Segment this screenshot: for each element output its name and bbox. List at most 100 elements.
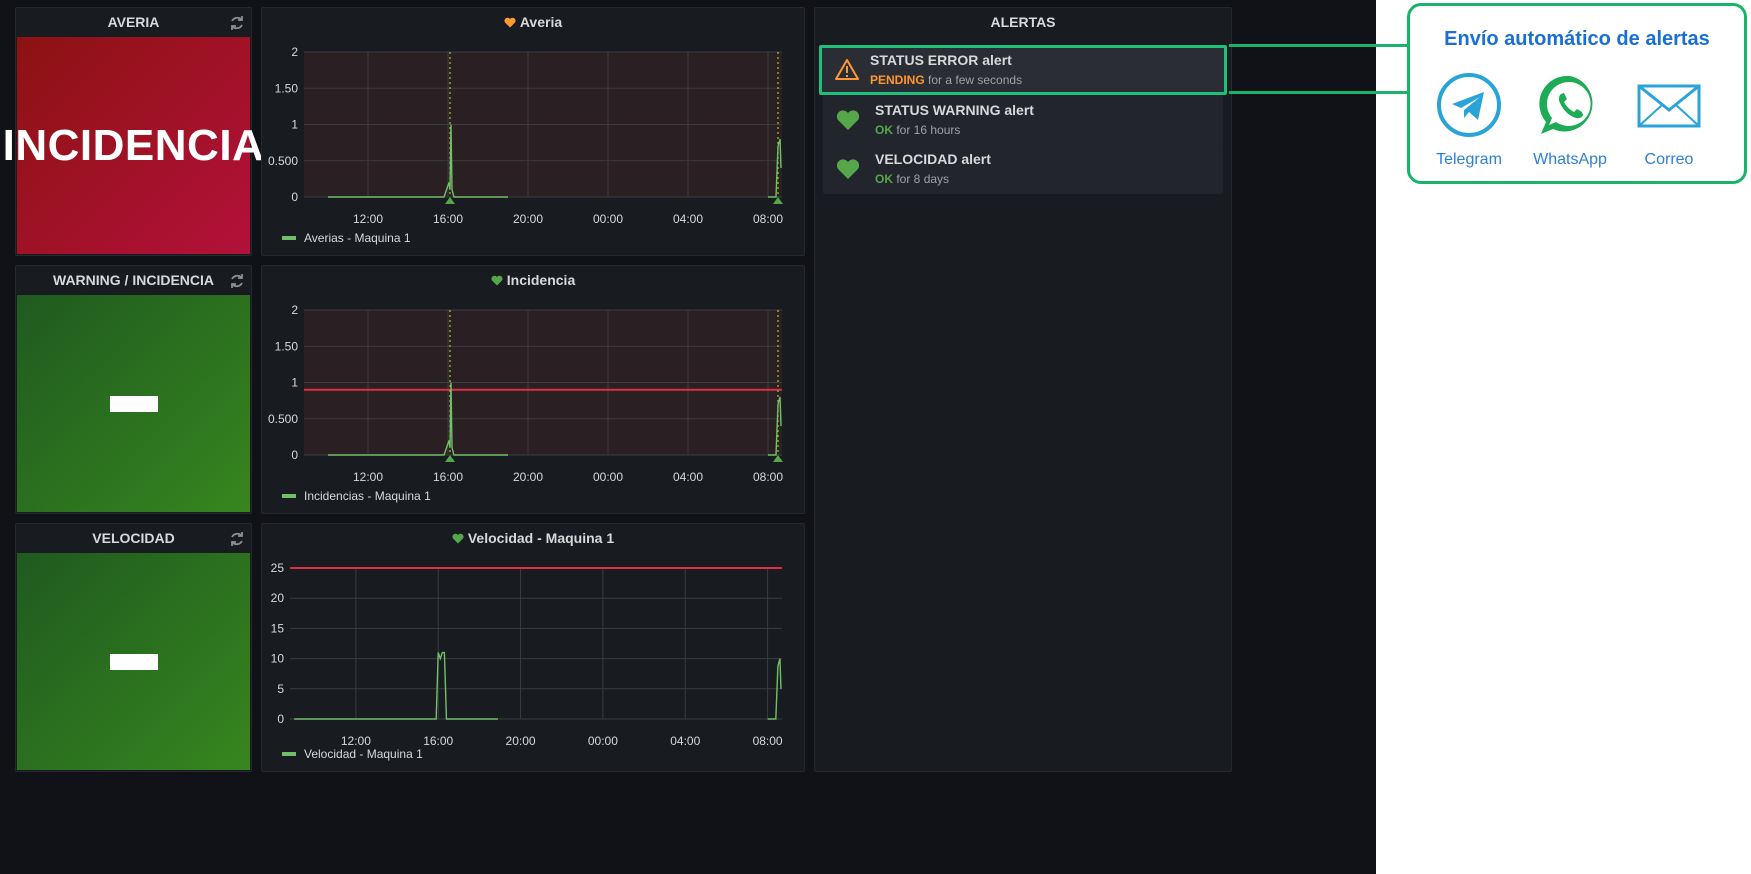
channel-label: WhatsApp bbox=[1533, 151, 1607, 168]
alert-duration: for 8 days bbox=[896, 172, 950, 186]
x-tick-label: 16:00 bbox=[423, 734, 453, 748]
notification-callout: Envío automático de alertas Telegram Wha… bbox=[1376, 0, 1751, 874]
legend-swatch bbox=[282, 494, 296, 498]
alert-list-panel: ALERTAS STATUS ERROR alert PENDING for a… bbox=[814, 7, 1232, 772]
alert-state: OK for 16 hours bbox=[875, 123, 960, 137]
x-tick-label: 12:00 bbox=[341, 734, 371, 748]
averia-graph-panel[interactable]: Averia 0 0.500 1 1.50 2 12:00 16:00 20:00 00:00 0… bbox=[261, 7, 805, 256]
averia-chart[interactable]: 0 0.500 1 1.50 2 12:00 16:00 20:00 00:00 04:00 08:… bbox=[262, 8, 806, 257]
mail-icon bbox=[1637, 84, 1701, 128]
x-tick-label: 20:00 bbox=[513, 212, 543, 226]
x-tick-label: 16:00 bbox=[433, 470, 463, 484]
no-value-marker bbox=[109, 653, 158, 670]
y-tick-label: 1.50 bbox=[275, 339, 299, 353]
channel-label: Telegram bbox=[1436, 151, 1502, 168]
alert-item-status-warning[interactable]: STATUS WARNING alert OK for 16 hours bbox=[823, 95, 1223, 145]
alert-state: OK for 8 days bbox=[875, 172, 949, 186]
channel-whatsapp[interactable]: WhatsApp bbox=[1525, 72, 1615, 169]
alert-state-label: OK bbox=[875, 172, 893, 186]
legend-label: Incidencias - Maquina 1 bbox=[304, 489, 431, 503]
series-line bbox=[294, 651, 498, 720]
y-tick-label: 0.500 bbox=[268, 154, 298, 168]
alert-name: STATUS WARNING alert bbox=[875, 102, 1034, 118]
refresh-icon[interactable] bbox=[229, 15, 245, 31]
alert-state: PENDING for a few seconds bbox=[870, 73, 1022, 87]
incidencia-chart[interactable]: 0 0.500 1 1.50 2 12:00 16:00 20:00 00:00 04:00 08:… bbox=[262, 266, 806, 515]
panel-title: ALERTAS bbox=[990, 14, 1056, 30]
channel-telegram[interactable]: Telegram bbox=[1424, 72, 1514, 169]
averia-stat-panel[interactable]: AVERIA INCIDENCIA bbox=[3, 7, 264, 256]
callout-title: Envío automático de alertas bbox=[1444, 28, 1710, 50]
y-tick-label: 0 bbox=[291, 190, 298, 204]
velocidad-chart[interactable]: 0 5 10 15 20 25 12:00 16:00 20:00 00:00 04:00 08:00 bbox=[262, 524, 806, 773]
incidencia-graph-panel[interactable]: Incidencia 0 0.500 1 1.50 2 12:00 16:00 20:00 00… bbox=[261, 265, 805, 514]
x-tick-label: 00:00 bbox=[593, 212, 623, 226]
whatsapp-icon bbox=[1539, 75, 1593, 134]
velocidad-graph-panel[interactable]: Velocidad - Maquina 1 0 5 10 15 20 25 12:00 16:… bbox=[261, 523, 805, 772]
x-tick-label: 04:00 bbox=[670, 734, 700, 748]
y-tick-label: 25 bbox=[271, 561, 285, 575]
x-tick-label: 16:00 bbox=[433, 212, 463, 226]
stat-value-box: INCIDENCIA bbox=[3, 37, 264, 254]
annotation-marker bbox=[773, 455, 783, 462]
y-tick-label: 0 bbox=[277, 712, 284, 726]
y-tick-label: 10 bbox=[271, 652, 285, 666]
alert-item-status-error[interactable]: STATUS ERROR alert PENDING for a few sec… bbox=[819, 45, 1227, 95]
alert-duration: for 16 hours bbox=[896, 123, 961, 137]
alert-duration: for a few seconds bbox=[928, 73, 1023, 87]
alert-state-label: PENDING bbox=[870, 73, 925, 87]
legend-label: Velocidad - Maquina 1 bbox=[304, 747, 423, 761]
legend-swatch bbox=[282, 752, 296, 756]
x-tick-label: 12:00 bbox=[353, 212, 383, 226]
x-tick-label: 08:00 bbox=[753, 212, 783, 226]
x-tick-label: 20:00 bbox=[513, 470, 543, 484]
heart-icon bbox=[836, 110, 860, 130]
y-tick-label: 0 bbox=[291, 448, 298, 462]
y-tick-label: 2 bbox=[291, 303, 298, 317]
refresh-icon[interactable] bbox=[229, 531, 245, 547]
y-tick-label: 5 bbox=[277, 682, 284, 696]
stat-value: INCIDENCIA bbox=[2, 120, 265, 170]
y-tick-label: 20 bbox=[271, 591, 285, 605]
y-tick-label: 1.50 bbox=[275, 81, 299, 95]
x-tick-label: 04:00 bbox=[673, 470, 703, 484]
connector-line-bottom bbox=[1376, 91, 1410, 94]
refresh-icon[interactable] bbox=[229, 273, 245, 289]
x-tick-label: 00:00 bbox=[588, 734, 618, 748]
y-tick-label: 0.500 bbox=[268, 412, 298, 426]
annotation-marker bbox=[773, 197, 783, 204]
legend-label: Averias - Maquina 1 bbox=[304, 231, 411, 245]
warning-stat-panel[interactable]: WARNING / INCIDENCIA bbox=[15, 265, 252, 514]
warning-icon bbox=[835, 59, 859, 80]
channel-label: Correo bbox=[1644, 151, 1694, 168]
telegram-icon bbox=[1437, 73, 1501, 137]
chart-legend[interactable]: Averias - Maquina 1 bbox=[282, 231, 411, 245]
velocidad-stat-panel[interactable]: VELOCIDAD bbox=[15, 523, 252, 772]
x-tick-label: 20:00 bbox=[506, 734, 536, 748]
alert-item-velocidad[interactable]: VELOCIDAD alert OK for 8 days bbox=[823, 144, 1223, 194]
connector-line-top bbox=[1376, 44, 1410, 47]
grafana-dashboard: AVERIA INCIDENCIA WARNING / INCIDENCIA V… bbox=[0, 0, 1376, 874]
channel-correo[interactable]: Correo bbox=[1624, 72, 1714, 169]
x-tick-label: 00:00 bbox=[593, 470, 623, 484]
x-tick-label: 04:00 bbox=[673, 212, 703, 226]
alert-name: STATUS ERROR alert bbox=[870, 52, 1012, 68]
panel-title: VELOCIDAD bbox=[92, 530, 175, 546]
y-tick-label: 15 bbox=[271, 621, 285, 635]
heart-icon bbox=[836, 159, 860, 179]
chart-legend[interactable]: Incidencias - Maquina 1 bbox=[282, 489, 431, 503]
y-tick-label: 1 bbox=[291, 376, 298, 390]
stat-value-box bbox=[17, 553, 250, 770]
callout-box: Envío automático de alertas Telegram Wha… bbox=[1407, 3, 1747, 184]
chart-legend[interactable]: Velocidad - Maquina 1 bbox=[282, 747, 423, 761]
panel-title: WARNING / INCIDENCIA bbox=[53, 272, 214, 288]
legend-swatch bbox=[282, 236, 296, 240]
no-value-marker bbox=[109, 395, 158, 412]
alert-state-label: OK bbox=[875, 123, 893, 137]
x-tick-label: 08:00 bbox=[753, 470, 783, 484]
y-tick-label: 2 bbox=[291, 45, 298, 59]
stat-value-box bbox=[17, 295, 250, 512]
y-tick-label: 1 bbox=[291, 118, 298, 132]
alert-name: VELOCIDAD alert bbox=[875, 151, 991, 167]
x-tick-label: 12:00 bbox=[353, 470, 383, 484]
